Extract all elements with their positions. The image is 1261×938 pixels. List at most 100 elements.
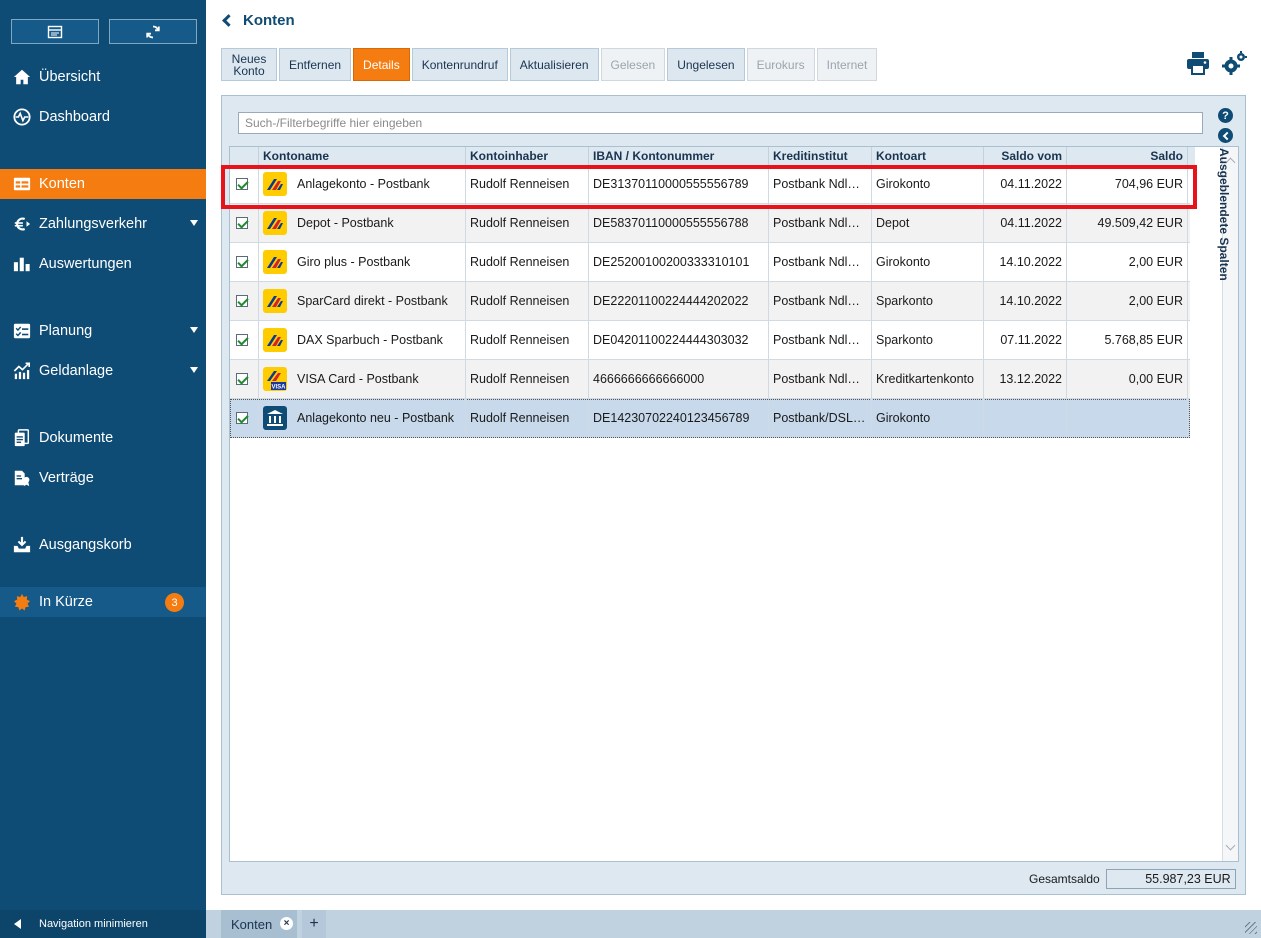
iban-cell: DE25200100200333310101 bbox=[589, 243, 769, 281]
row-checkbox[interactable] bbox=[236, 256, 248, 268]
column-header-kontoart[interactable]: Kontoart bbox=[872, 147, 984, 165]
nav-item-planung[interactable]: Planung bbox=[0, 316, 206, 346]
nav-item-dashboard[interactable]: Dashboard bbox=[0, 102, 206, 132]
page-header[interactable]: Konten bbox=[220, 12, 295, 29]
refresh-button[interactable]: Aktualisieren bbox=[509, 48, 599, 81]
iban-cell: 4666666666666000 bbox=[589, 360, 769, 398]
home-icon bbox=[12, 67, 32, 87]
owner-cell: Rudolf Renneisen bbox=[466, 204, 589, 242]
row-checkbox[interactable] bbox=[236, 178, 248, 190]
sync-button[interactable] bbox=[109, 19, 197, 44]
remove-button[interactable]: Entfernen bbox=[279, 48, 352, 81]
owner-cell: Rudolf Renneisen bbox=[466, 360, 589, 398]
nav-item-zahlungsverkehr[interactable]: Zahlungsverkehr bbox=[0, 209, 206, 239]
iban-cell: DE04201100224444303032 bbox=[589, 321, 769, 359]
kontoname-cell: Giro plus - Postbank bbox=[259, 243, 466, 281]
mark-unread-button[interactable]: Ungelesen bbox=[667, 48, 745, 81]
planning-checklist-icon bbox=[12, 321, 32, 341]
kontoname-cell: DAX Sparbuch - Postbank bbox=[259, 321, 466, 359]
visa-badge-text: VISA bbox=[271, 385, 286, 391]
account-name: DAX Sparbuch - Postbank bbox=[297, 333, 443, 347]
column-header-select[interactable] bbox=[230, 147, 259, 165]
row-checkbox[interactable] bbox=[236, 412, 248, 424]
account-name: VISA Card - Postbank bbox=[297, 372, 419, 386]
visa-card-icon: VISA bbox=[263, 367, 287, 391]
kontenrundruf-button[interactable]: Kontenrundruf bbox=[411, 48, 508, 81]
nav-label: Auswertungen bbox=[39, 256, 132, 272]
nav-item-auswertungen[interactable]: Auswertungen bbox=[0, 249, 206, 279]
account-type-cell: Depot bbox=[872, 204, 984, 242]
postbank-logo-icon bbox=[263, 289, 287, 313]
navigation-minimize-label: Navigation minimieren bbox=[39, 918, 148, 930]
collapse-left-icon bbox=[14, 919, 21, 929]
nav-item-geldanlage[interactable]: Geldanlage bbox=[0, 356, 206, 386]
row-checkbox[interactable] bbox=[236, 373, 248, 385]
internet-button[interactable]: Internet bbox=[816, 48, 878, 81]
window-button[interactable] bbox=[11, 19, 99, 44]
close-icon[interactable]: × bbox=[280, 917, 293, 930]
column-header-kreditinstitut[interactable]: Kreditinstitut bbox=[769, 147, 872, 165]
kontoname-cell: Anlagekonto - Postbank bbox=[259, 165, 466, 203]
iban-cell: DE58370110000555556788 bbox=[589, 204, 769, 242]
expand-left-icon[interactable] bbox=[1218, 128, 1233, 143]
balance-cell: 5.768,85 EUR bbox=[1067, 321, 1188, 359]
row-checkbox[interactable] bbox=[236, 334, 248, 346]
owner-cell: Rudolf Renneisen bbox=[466, 321, 589, 359]
row-checkbox[interactable] bbox=[236, 295, 248, 307]
total-balance-label: Gesamtsaldo bbox=[1029, 872, 1100, 886]
account-name: Anlagekonto neu - Postbank bbox=[297, 411, 455, 425]
table-row[interactable]: Anlagekonto - Postbank Rudolf Renneisen … bbox=[230, 165, 1190, 204]
euro-transfer-icon bbox=[12, 214, 32, 234]
nav-item-dokumente[interactable]: Dokumente bbox=[0, 423, 206, 453]
navigation-minimize-button[interactable]: Navigation minimieren bbox=[0, 910, 206, 938]
mark-read-button[interactable]: Gelesen bbox=[600, 48, 666, 81]
nav-label: In Kürze bbox=[39, 594, 93, 610]
column-header-kontoname[interactable]: Kontoname bbox=[259, 147, 466, 165]
nav-item-konten[interactable]: Konten bbox=[0, 169, 206, 199]
kontoname-cell: Anlagekonto neu - Postbank bbox=[259, 399, 466, 437]
table-row[interactable]: Anlagekonto neu - Postbank Rudolf Rennei… bbox=[230, 399, 1190, 438]
nav-label: Übersicht bbox=[39, 69, 101, 85]
details-button[interactable]: Details bbox=[353, 48, 410, 81]
sidebar: Übersicht Dashboard Konten Zahlungsverke… bbox=[0, 0, 206, 938]
column-header-saldo[interactable]: Saldo bbox=[1067, 147, 1188, 165]
postbank-logo-icon bbox=[263, 211, 287, 235]
notification-badge: 3 bbox=[165, 593, 184, 612]
add-tab-button[interactable]: + bbox=[302, 910, 326, 938]
printer-icon[interactable] bbox=[1185, 50, 1211, 76]
settings-gears-icon[interactable] bbox=[1221, 50, 1247, 76]
account-type-cell: Kreditkartenkonto bbox=[872, 360, 984, 398]
table-row[interactable]: VISA VISA Card - Postbank Rudolf Renneis… bbox=[230, 360, 1190, 399]
help-icon[interactable]: ? bbox=[1218, 108, 1233, 123]
column-header-kontoinhaber[interactable]: Kontoinhaber bbox=[466, 147, 589, 165]
balance-cell: 704,96 EUR bbox=[1067, 165, 1188, 203]
tab-konten[interactable]: Konten × bbox=[221, 910, 297, 938]
document-tab-bar: Konten × + bbox=[206, 910, 1261, 938]
postbank-logo-icon bbox=[263, 250, 287, 274]
nav-item-in-kuerze[interactable]: In Kürze 3 bbox=[0, 587, 206, 617]
table-row[interactable]: DAX Sparbuch - Postbank Rudolf Renneisen… bbox=[230, 321, 1190, 360]
bar-chart-icon bbox=[12, 254, 32, 274]
column-header-iban[interactable]: IBAN / Kontonummer bbox=[589, 147, 769, 165]
nav-label: Konten bbox=[39, 176, 85, 192]
nav-item-ausgangskorb[interactable]: Ausgangskorb bbox=[0, 530, 206, 560]
new-account-button[interactable]: Neues Konto bbox=[221, 48, 277, 81]
resize-grip-icon[interactable] bbox=[1245, 922, 1257, 934]
hidden-columns-tab[interactable]: Ausgeblendete Spalten bbox=[1217, 148, 1231, 281]
search-input[interactable] bbox=[238, 112, 1203, 134]
iban-cell: DE31370110000555556789 bbox=[589, 165, 769, 203]
eurokurs-button[interactable]: Eurokurs bbox=[746, 48, 815, 81]
table-row[interactable]: Giro plus - Postbank Rudolf Renneisen DE… bbox=[230, 243, 1190, 282]
page-title: Konten bbox=[243, 12, 295, 29]
bank-building-icon bbox=[263, 406, 287, 430]
nav-item-uebersicht[interactable]: Übersicht bbox=[0, 62, 206, 92]
table-row[interactable]: SparCard direkt - Postbank Rudolf Rennei… bbox=[230, 282, 1190, 321]
tab-label: Konten bbox=[231, 916, 273, 932]
nav-label: Planung bbox=[39, 323, 93, 339]
nav-item-vertraege[interactable]: Verträge bbox=[0, 463, 206, 493]
balance-date-cell: 14.10.2022 bbox=[984, 243, 1067, 281]
table-row[interactable]: Depot - Postbank Rudolf Renneisen DE5837… bbox=[230, 204, 1190, 243]
column-header-saldo-vom[interactable]: Saldo vom bbox=[984, 147, 1067, 165]
row-checkbox[interactable] bbox=[236, 217, 248, 229]
bank-cell: Postbank Ndl… bbox=[769, 321, 872, 359]
